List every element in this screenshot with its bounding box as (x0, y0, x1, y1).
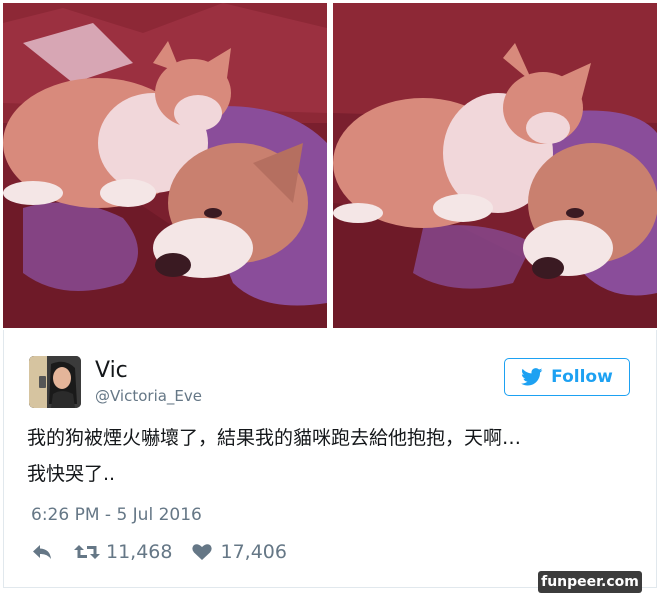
like-count: 17,406 (220, 541, 287, 563)
twitter-bird-icon (521, 368, 543, 386)
avatar-image (29, 356, 81, 408)
tweet-text-line-2: 我快哭了.. (27, 463, 116, 485)
avatar[interactable] (29, 356, 81, 408)
cat-and-dog-photo-1[interactable] (3, 3, 327, 328)
heart-icon (192, 544, 213, 560)
follow-button[interactable]: Follow (504, 358, 630, 396)
cat-and-dog-photo-2[interactable] (333, 3, 657, 328)
reply-button[interactable] (31, 543, 53, 561)
retweet-icon (74, 545, 100, 559)
cat-and-dog-photo-2-image (333, 3, 657, 328)
retweet-button[interactable]: 11,468 (74, 541, 172, 563)
watermark-logo: funpeer.com (538, 571, 642, 593)
display-name[interactable]: Vic (95, 358, 128, 383)
tweet-actions: 11,468 17,406 (31, 540, 287, 564)
follow-label: Follow (551, 367, 613, 387)
timestamp-link[interactable]: 6:26 PM - 5 Jul 2016 (31, 505, 202, 525)
reply-icon (33, 545, 51, 559)
photo-strip (0, 0, 660, 330)
tweet-text-line-1: 我的狗被煙火嚇壞了，結果我的貓咪跑去給他抱抱，天啊… (27, 427, 522, 449)
cat-and-dog-photo-1-image (3, 3, 327, 328)
like-button[interactable]: 17,406 (192, 541, 287, 563)
retweet-count: 11,468 (106, 541, 173, 563)
tweet-text: 我的狗被煙火嚇壞了，結果我的貓咪跑去給他抱抱，天啊… 我快哭了.. (27, 420, 642, 492)
user-handle[interactable]: @Victoria_Eve (95, 387, 202, 405)
